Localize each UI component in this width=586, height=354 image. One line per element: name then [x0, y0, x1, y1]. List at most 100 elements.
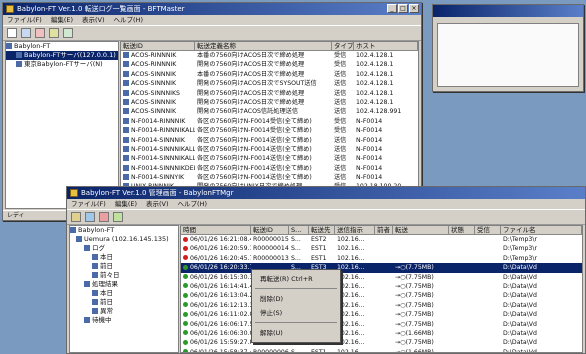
col-transfer-id[interactable]: 転送ID	[121, 42, 195, 51]
col-receive[interactable]: 受信	[475, 226, 501, 235]
col-transfer-id[interactable]: 転送ID	[251, 226, 289, 235]
help-icon[interactable]	[63, 28, 73, 38]
background-window-titlebar[interactable]	[433, 5, 583, 17]
log-row[interactable]: 06/01/26 16:06:30.090R00000009S...0_MA..…	[181, 329, 582, 338]
log-cell: 06/01/26 16:14:41.425	[181, 282, 251, 291]
tree-results-yesterday[interactable]: 前日	[70, 298, 178, 307]
definition-row[interactable]: N-F0014-SINNYIK 各区の7560向けN-F0014送信(全て締め) 送…	[121, 173, 418, 182]
tree-host[interactable]: Uemura (102.16.145.135)	[70, 235, 178, 244]
log-row[interactable]: 06/01/26 16:12:13.341S...EST1102.16...→○…	[181, 301, 582, 310]
log-cell: D:\Data\Vd	[503, 292, 537, 300]
log-row[interactable]: 06/01/26 16:15:30.374S...EST1102.16...→○…	[181, 273, 582, 282]
definition-row[interactable]: ACOS-SINNNIK 開発の7560向けACOS日次でSYSOUT送信 送信 10…	[121, 79, 418, 88]
definition-row[interactable]: ACOS-SINNNIK 開発の7560向けACOS日次で締め処理 送信 102.4.…	[121, 98, 418, 107]
definition-row[interactable]: N-F0014-SINNNIKALL2 各区の7560向けN-F0014送信(全て…	[121, 154, 418, 163]
tree-server-local[interactable]: Babylon-FTサーバ(127.0.0.1)	[6, 51, 118, 60]
log-row[interactable]: 06/01/26 16:20:45.778R00000013S... EST1 10…	[181, 254, 582, 263]
menu-item-resend[interactable]: 再転送(R) Ctrl+R	[252, 272, 340, 286]
col-state[interactable]: 状態	[449, 226, 475, 235]
col-send-instruction[interactable]: 送信指示	[335, 226, 375, 235]
definition-cell: N-F0014	[356, 145, 383, 153]
definition-row[interactable]: N-F0014-RINNNIKALL 各区の7560向けN-F0014受信(全て締…	[121, 126, 418, 135]
menu-item-release[interactable]: 解除(U)	[252, 326, 340, 340]
background-window	[432, 4, 584, 92]
tree-log-today[interactable]: 本日	[70, 253, 178, 262]
close-button[interactable]: ×	[409, 4, 419, 13]
tree-root[interactable]: Babylon-FT	[6, 42, 118, 51]
definition-row[interactable]: ACOS-SINNNIK 開発の7560向けACOS信託処理送信 送信 102.4.1…	[121, 107, 418, 116]
definition-cell: 受信	[334, 127, 347, 135]
col-filename[interactable]: ファイル名	[501, 226, 582, 235]
menu-edit[interactable]: 編集(E)	[51, 15, 73, 25]
tree-root[interactable]: Babylon-FT	[70, 226, 178, 235]
menu-view[interactable]: 表示(V)	[146, 199, 169, 209]
col-former[interactable]: 前者	[375, 226, 393, 235]
menu-item-delete[interactable]: 削除(D)	[252, 292, 340, 306]
col-definition-name[interactable]: 転送定義名称	[195, 42, 332, 51]
log-row[interactable]: 06/01/26 16:20:33.710S...EST3102.16...→○…	[181, 263, 582, 273]
new-icon[interactable]	[7, 28, 17, 38]
definition-cell: 開発の7560向けACOS日次で締め処理	[197, 89, 305, 97]
properties-icon[interactable]	[49, 28, 59, 38]
window1-titlebar[interactable]: Babylon-FT Ver.1.0 転送ログ一覧画面 - BFTMaster …	[3, 3, 421, 15]
delete-icon[interactable]	[35, 28, 45, 38]
menu-help[interactable]: ヘルプ(H)	[114, 15, 143, 25]
log-row[interactable]: 06/01/26 16:14:41.425S...EST1102.16...→○…	[181, 282, 582, 291]
definition-row[interactable]: ACOS-RINNNIK 開発の7560向けACOS日次で締め処理 受信 102.4.…	[121, 60, 418, 69]
log-row[interactable]: 06/01/26 15:59:27.865R00000007S...EST110…	[181, 338, 582, 347]
col-host[interactable]: ホスト	[354, 42, 418, 51]
window2-titlebar[interactable]: Babylon-FT Ver.1.0 管理画面 - BabylonFTMgr	[67, 187, 585, 199]
definition-row[interactable]: N-F0014-SINNNIKALL 各区の7560向けN-F0014送信(全て締…	[121, 145, 418, 154]
log-row[interactable]: 06/01/26 15:58:37.463R00000006S... EST1 10…	[181, 348, 582, 352]
col-transfer[interactable]: 転送	[393, 226, 449, 235]
definition-row[interactable]: N-F0014-RINNNIK 各区の7560向けN-F0014受信(全て締め) 受…	[121, 117, 418, 126]
col-type[interactable]: タイプ	[332, 42, 354, 51]
menu-help[interactable]: ヘルプ(H)	[178, 199, 207, 209]
refresh-icon[interactable]	[85, 212, 95, 222]
copy-icon[interactable]	[21, 28, 31, 38]
log-cell: D:\Temp3\r	[503, 254, 537, 262]
definition-cell: N-F0014-RINNNIKALL	[121, 126, 195, 135]
tree-results[interactable]: 処理結果	[70, 280, 178, 289]
settings-icon[interactable]	[113, 212, 123, 222]
minimize-button[interactable]: _	[387, 4, 397, 13]
tree-results-today[interactable]: 本日	[70, 289, 178, 298]
col-destination[interactable]: 転送先	[309, 226, 335, 235]
log-row[interactable]: 06/01/26 16:21:08.476R00000015S... EST2 10…	[181, 235, 582, 244]
definition-cell: 102.4.128.1	[356, 70, 394, 78]
definition-cell: 受信	[334, 61, 347, 69]
col-time[interactable]: 時間	[181, 226, 251, 235]
log-row[interactable]: 06/01/26 16:13:04.239S...EST1102.16...→○…	[181, 291, 582, 300]
stop-icon[interactable]	[99, 212, 109, 222]
maximize-button[interactable]: □	[398, 4, 408, 13]
tree-server-tokyo[interactable]: 東京Babylon-FTサーバ(N)	[6, 60, 118, 69]
log-cell: 102.16...	[337, 236, 365, 243]
log-row[interactable]: 06/01/26 16:20:59.174R00000014S... EST1 10…	[181, 244, 582, 253]
menu-view[interactable]: 表示(V)	[82, 15, 105, 25]
definition-row[interactable]: ACOS-SINNNIKS 開発の7560向けACOS日次で締め処理 送信 102.4…	[121, 89, 418, 98]
calendar-icon	[92, 263, 98, 269]
tree-log-yesterday[interactable]: 前日	[70, 262, 178, 271]
log-row[interactable]: 06/01/26 16:06:17.503S...EST1102.16...→○…	[181, 320, 582, 329]
menu-file[interactable]: ファイル(F)	[71, 199, 106, 209]
definition-cell: N-F0014	[356, 174, 383, 182]
log-cell	[375, 320, 393, 329]
menu-file[interactable]: ファイル(F)	[7, 15, 42, 25]
tree-log-daybefore[interactable]: 前々日	[70, 271, 178, 280]
log-cell	[475, 301, 501, 310]
log-cell: D:\Temp3\r	[503, 236, 537, 243]
tree-results-error[interactable]: 異常	[70, 307, 178, 316]
log-cell	[375, 291, 393, 300]
definition-row[interactable]: N-F0014-SINNNIK 各区の7560向けN-F0014送信(全て締め) 送…	[121, 136, 418, 145]
log-row[interactable]: 06/01/26 16:11:02.031S...EST1102.16...→○…	[181, 310, 582, 319]
definition-row[interactable]: ACOS-RINNNIK 本番の7560向けACOS日次で締め処理 受信 102.4.…	[121, 51, 418, 60]
menu-edit[interactable]: 編集(E)	[115, 199, 137, 209]
tree-waiting[interactable]: 待機中	[70, 316, 178, 325]
log-cell: D:\Data\Vd	[503, 301, 537, 309]
col-s[interactable]: S...	[289, 226, 309, 235]
definition-row[interactable]: N-F0014-SINNNIKDEL 各区の7560向けN-F0014送信(全て締…	[121, 164, 418, 173]
open-icon[interactable]	[71, 212, 81, 222]
tree-log[interactable]: ログ	[70, 244, 178, 253]
definition-row[interactable]: ACOS-SINNNIK 本番の7560向けACOS日次で締め処理 送信 102.4.…	[121, 70, 418, 79]
menu-item-stop[interactable]: 停止(S)	[252, 306, 340, 320]
